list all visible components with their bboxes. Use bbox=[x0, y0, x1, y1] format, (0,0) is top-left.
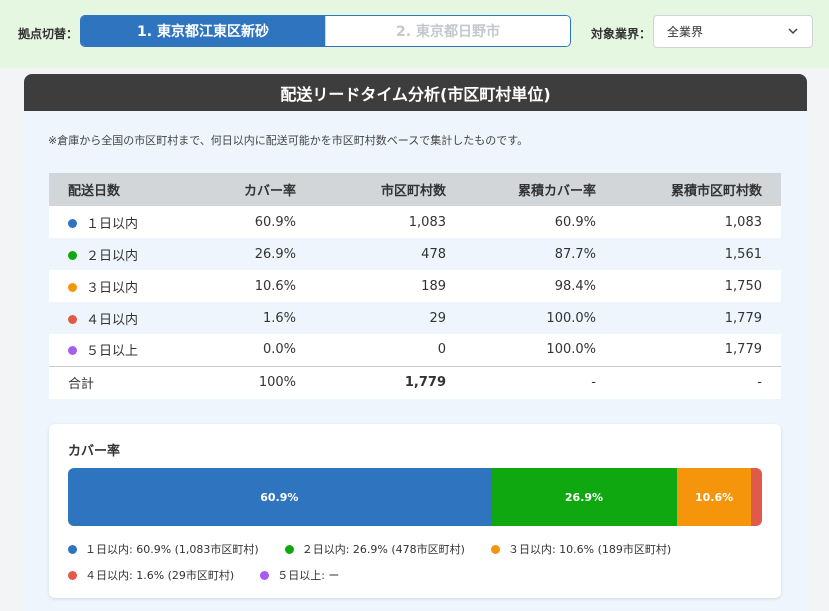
cell-cover: 26.9% bbox=[254, 246, 296, 262]
cell-cover: 0.0% bbox=[262, 342, 296, 358]
cell-cum-count: 1,779 bbox=[724, 342, 762, 358]
total-count: 1,779 bbox=[404, 375, 446, 391]
series-color-dot bbox=[68, 346, 77, 356]
total-cum-count: - bbox=[757, 375, 762, 391]
legend-label: ４日以内: 1.6% (29市区町村) bbox=[85, 569, 235, 582]
site-switch-label: 拠点切替： bbox=[18, 27, 79, 41]
cell-cum-cover: 87.7% bbox=[554, 246, 596, 262]
coverage-bar-segment: 10.6% bbox=[677, 468, 751, 526]
cell-cover: 10.6% bbox=[254, 278, 296, 294]
cell-count: 0 bbox=[437, 342, 446, 358]
coverage-bar-segment: 26.9% bbox=[490, 468, 678, 526]
cell-days: ４日以内 bbox=[49, 302, 199, 334]
total-cover: 100% bbox=[258, 375, 296, 391]
site-tabs: 1. 東京都江東区新砂 2. 東京都日野市 bbox=[80, 15, 571, 47]
site-tab-hino[interactable]: 2. 東京都日野市 bbox=[325, 16, 570, 46]
coverage-chart-card: カバー率 60.9% 26.9% 10.6% １日以内: 60.9% (1,083市… bbox=[49, 424, 781, 598]
cell-cum-count: 1,779 bbox=[724, 310, 762, 326]
col-cum-count: 累積市区町村数 bbox=[670, 184, 762, 199]
cell-cum-cover: 60.9% bbox=[554, 214, 596, 230]
legend-row: １日以内: 60.9% (1,083市区町村) ２日以内: 26.9% (478市… bbox=[68, 542, 768, 556]
table-row: １日以内 60.9% 1,083 60.9% 1,083 bbox=[49, 206, 781, 238]
site-tab-koto-shinsuna[interactable]: 1. 東京都江東区新砂 bbox=[81, 16, 325, 46]
cell-count: 478 bbox=[421, 246, 446, 262]
site-switch-bar: 拠点切替： 1. 東京都江東区新砂 2. 東京都日野市 対象業界： 全業界 bbox=[0, 0, 829, 68]
chevron-down-icon bbox=[788, 28, 798, 35]
cell-count: 29 bbox=[429, 310, 446, 326]
days-label: ２日以内 bbox=[86, 248, 139, 264]
panel-note: ※倉庫から全国の市区町村まで、何日以内に配送可能かを市区町村数ベースで集計したも… bbox=[48, 134, 529, 147]
legend-item: ３日以内: 10.6% (189市区町村) bbox=[490, 542, 672, 556]
table-header-row: 配送日数 カバー率 市区町村数 累積カバー率 累積市区町村数 bbox=[49, 173, 781, 206]
table-total-row: 合計 100% 1,779 - - bbox=[49, 366, 781, 399]
days-label: ４日以内 bbox=[86, 312, 139, 328]
industry-label: 対象業界： bbox=[591, 27, 652, 41]
days-label: ３日以内 bbox=[86, 280, 139, 296]
cell-cum-count: 1,750 bbox=[724, 278, 762, 294]
series-color-dot bbox=[68, 282, 77, 292]
series-color-dot bbox=[68, 218, 77, 228]
coverage-legend: １日以内: 60.9% (1,083市区町村) ２日以内: 26.9% (478市… bbox=[68, 542, 768, 594]
cell-cum-cover: 100.0% bbox=[546, 342, 596, 358]
legend-item: ４日以内: 1.6% (29市区町村) bbox=[68, 568, 234, 582]
legend-label: ２日以内: 26.9% (478市区町村) bbox=[301, 543, 465, 556]
cell-days: ３日以内 bbox=[49, 270, 199, 302]
cell-cum-cover: 98.4% bbox=[554, 278, 596, 294]
table-row: ２日以内 26.9% 478 87.7% 1,561 bbox=[49, 238, 781, 270]
legend-label: ３日以内: 10.6% (189市区町村) bbox=[507, 543, 672, 556]
cell-cum-cover: 100.0% bbox=[546, 310, 596, 326]
coverage-chart-title: カバー率 bbox=[68, 444, 121, 459]
industry-select-value: 全業界 bbox=[667, 25, 704, 39]
legend-color-dot bbox=[68, 544, 77, 554]
lead-time-panel: 配送リードタイム分析(市区町村単位) ※倉庫から全国の市区町村まで、何日以内に配… bbox=[24, 74, 807, 611]
table-row: ５日以上 0.0% 0 100.0% 1,779 bbox=[49, 334, 781, 366]
days-label: １日以内 bbox=[86, 216, 139, 232]
coverage-bar-segment bbox=[750, 468, 762, 526]
col-days: 配送日数 bbox=[68, 184, 121, 199]
legend-label: １日以内: 60.9% (1,083市区町村) bbox=[85, 543, 259, 556]
coverage-stacked-bar: 60.9% 26.9% 10.6% bbox=[68, 468, 762, 526]
cell-count: 1,083 bbox=[408, 214, 446, 230]
legend-label: ５日以上: ー bbox=[277, 569, 340, 582]
table-row: ４日以内 1.6% 29 100.0% 1,779 bbox=[49, 302, 781, 334]
series-color-dot bbox=[68, 314, 77, 324]
lead-time-table-wrap: 配送日数 カバー率 市区町村数 累積カバー率 累積市区町村数 １日以内 60.9%… bbox=[49, 173, 781, 399]
cell-days: １日以内 bbox=[49, 206, 199, 238]
total-cum-cover: - bbox=[591, 375, 596, 391]
legend-color-dot bbox=[68, 570, 77, 580]
legend-item: ２日以内: 26.9% (478市区町村) bbox=[284, 542, 465, 556]
panel-title: 配送リードタイム分析(市区町村単位) bbox=[24, 74, 807, 111]
cell-cover: 1.6% bbox=[262, 310, 296, 326]
cell-days: ５日以上 bbox=[49, 334, 199, 366]
cell-count: 189 bbox=[421, 278, 446, 294]
cell-days: ２日以内 bbox=[49, 238, 199, 270]
col-cover: カバー率 bbox=[243, 184, 296, 199]
days-label: ５日以上 bbox=[86, 344, 139, 360]
col-count: 市区町村数 bbox=[380, 184, 446, 199]
legend-item: １日以内: 60.9% (1,083市区町村) bbox=[68, 542, 259, 556]
industry-select[interactable]: 全業界 bbox=[653, 15, 813, 48]
col-cum-cover: 累積カバー率 bbox=[517, 184, 596, 199]
cell-cum-count: 1,561 bbox=[724, 246, 762, 262]
cell-cover: 60.9% bbox=[254, 214, 296, 230]
cell-cum-count: 1,083 bbox=[724, 214, 762, 230]
legend-color-dot bbox=[284, 544, 294, 554]
coverage-bar-segment: 60.9% bbox=[68, 468, 491, 526]
legend-color-dot bbox=[490, 544, 500, 554]
legend-row: ４日以内: 1.6% (29市区町村) ５日以上: ー bbox=[68, 568, 768, 582]
legend-color-dot bbox=[260, 570, 270, 580]
table-row: ３日以内 10.6% 189 98.4% 1,750 bbox=[49, 270, 781, 302]
series-color-dot bbox=[68, 250, 77, 260]
lead-time-table: 配送日数 カバー率 市区町村数 累積カバー率 累積市区町村数 １日以内 60.9%… bbox=[49, 173, 781, 399]
total-label: 合計 bbox=[68, 377, 95, 393]
legend-item: ５日以上: ー bbox=[260, 568, 339, 582]
